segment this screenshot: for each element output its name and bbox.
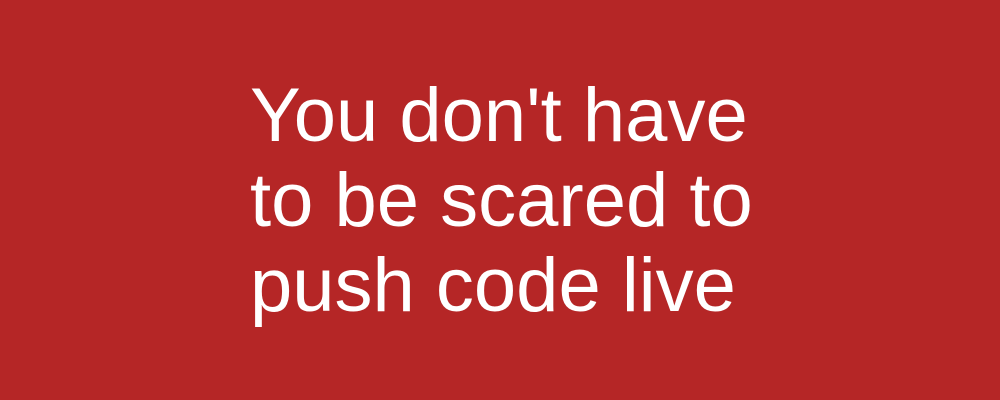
headline-line-1: You don't have [250,73,748,158]
headline: You don't have to be scared to push code… [250,73,870,328]
headline-line-2: to be scared to [250,158,753,243]
headline-line-3: push code live [250,243,736,328]
banner: You don't have to be scared to push code… [0,0,1000,400]
